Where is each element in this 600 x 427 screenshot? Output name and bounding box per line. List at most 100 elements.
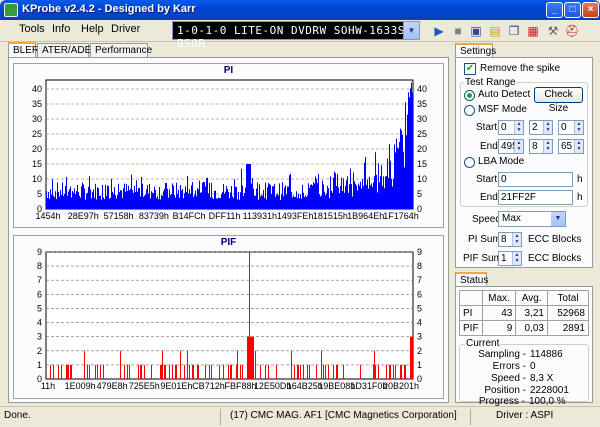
y-tick-label-right: 15 [417,159,427,169]
msf-start-min[interactable]: 0 ▲ ▼ [498,120,524,135]
x-tick-label: B14FCh [173,211,206,221]
remove-spike-checkbox[interactable]: ✔ [464,63,476,75]
pif-sum-input[interactable]: 1 ▲ ▼ [498,251,522,266]
y-tick-label: 4 [37,318,42,328]
msf-mode-radio[interactable] [464,105,475,116]
maximize-button[interactable]: □ [564,2,581,18]
x-tick-label: 113931h [243,211,277,221]
status-table: Max. Avg. Total PI 43 3,21 52968 PIF 9 0… [459,290,590,336]
table-row: PIF 9 0,03 2891 [459,320,590,336]
minimize-button[interactable]: _ [546,2,563,18]
pi-sum-input[interactable]: 8 ▲ ▼ [498,232,522,247]
statusbar-state: Done. [4,410,31,421]
drive-select[interactable]: 1-0-1-0 LITE-ON DVDRW SOHW-1633S BS0R ▼ [172,21,420,50]
lba-start-input[interactable]: 0 [498,172,573,187]
window-title: KProbe v2.4.2 - Designed by Karr [22,3,196,15]
x-tick-label: CB712h [192,381,225,391]
y-tick-label-right: 10 [417,174,427,184]
status-header-name [459,290,483,306]
msf-start-label: Start [476,122,498,133]
y-tick-label-right: 3 [417,332,422,342]
x-tick-label: 57158h [104,211,134,221]
y-tick-label-right: 5 [417,189,422,199]
msf-end-min[interactable]: 495 ▲ ▼ [498,139,524,154]
msf-end-frame[interactable]: 65 ▲ ▼ [558,139,584,154]
current-value: 114886 [530,349,563,360]
menu-info[interactable]: Info [52,23,70,35]
tools-icon[interactable]: ⚒ [544,22,562,40]
open-icon[interactable]: ▤ [486,22,504,40]
check-size-button[interactable]: Check Size [534,87,583,114]
copy-icon[interactable]: ❐ [505,22,523,40]
pi-sum-unit: ECC Blocks [528,234,582,245]
y-tick-label: 20 [32,144,42,154]
status-pif-total: 2891 [546,320,590,336]
status-header-max: Max. [481,290,517,306]
status-pif-avg: 0,03 [515,320,548,336]
tab-ater-ader[interactable]: ATER/ADER [37,43,99,57]
msf-end-sec[interactable]: 8 ▲ ▼ [529,139,553,154]
current-key: Sampling - [478,349,526,360]
lba-end-unit: h [577,192,583,203]
chart-icon[interactable]: ▦ [524,22,542,40]
status-pi-avg: 3,21 [515,305,548,321]
tab-performance[interactable]: Performance [90,43,152,57]
lba-mode-label: LBA Mode [478,156,525,167]
y-tick-label-right: 40 [417,84,427,94]
auto-detect-radio[interactable] [464,90,475,101]
y-tick-label: 3 [37,332,42,342]
current-value: 0 [530,361,536,372]
x-tick-label: 1454h [35,211,60,221]
close-button[interactable]: × [582,2,599,18]
auto-detect-label: Auto Detect [478,89,531,100]
tab-status[interactable]: Status [455,272,488,286]
statusbar-divider [220,409,221,425]
x-tick-label: 1E009h [65,381,96,391]
current-key: Speed - [490,373,526,384]
chevron-down-icon[interactable]: ▼ [403,22,419,39]
x-tick-label: 725E5h [129,381,160,391]
status-header-row: Max. Avg. Total [459,290,590,306]
save-icon[interactable]: ▣ [467,22,485,40]
menu-driver[interactable]: Driver [111,23,140,35]
x-tick-label: 181515h [313,211,348,221]
info-icon[interactable]: ⛑ [563,22,581,40]
y-tick-label-right: 25 [417,129,427,139]
menu-tools[interactable]: Tools [19,23,45,35]
y-tick-label: 2 [37,346,42,356]
status-panel: Max. Avg. Total PI 43 3,21 52968 PIF 9 0… [455,286,593,403]
speed-select[interactable]: Max ▼ [498,211,566,227]
y-tick-label: 7 [37,275,42,285]
y-tick-label: 30 [32,114,42,124]
y-tick-label: 10 [32,174,42,184]
x-tick-label: 1B964Eh [347,211,384,221]
stop-icon[interactable]: ■ [449,22,467,40]
lba-start-label: Start [476,174,498,185]
tab-settings[interactable]: Settings [455,43,496,57]
status-row-name: PIF [459,320,483,336]
status-row-name: PI [459,305,483,321]
pi-sum-label: PI Sum [468,234,501,245]
play-icon[interactable]: ▶ [430,22,448,40]
chevron-down-icon: ▼ [551,212,565,226]
status-header-avg: Avg. [515,290,548,306]
msf-start-frame[interactable]: 0 ▲ ▼ [558,120,584,135]
title-bar: KProbe v2.4.2 - Designed by Karr _ □ × [0,0,600,20]
status-pi-total: 52968 [546,305,590,321]
msf-start-sec[interactable]: 2 ▲ ▼ [529,120,553,135]
statusbar-disc: (17) CMC MAG. AF1 [CMC Magnetics Corpora… [230,410,457,421]
menu-help[interactable]: Help [81,23,104,35]
menu-bar: Tools Info Help Driver 1-0-1-0 LITE-ON D… [0,20,600,50]
x-tick-label: 11h [41,381,55,391]
lba-mode-radio[interactable] [464,157,475,168]
speed-label: Speed [472,214,501,225]
y-tick-label-right: 8 [417,261,422,271]
y-tick-label: 6 [37,289,42,299]
x-tick-label: 1493FEh [277,211,314,221]
y-tick-label-right: 6 [417,289,422,299]
lba-end-input[interactable]: 21FF2F [498,190,573,205]
plot-area [45,251,414,380]
tab-bler[interactable]: BLER [8,42,39,57]
y-tick-label-right: 35 [417,99,427,109]
current-key: Errors - [492,361,526,372]
